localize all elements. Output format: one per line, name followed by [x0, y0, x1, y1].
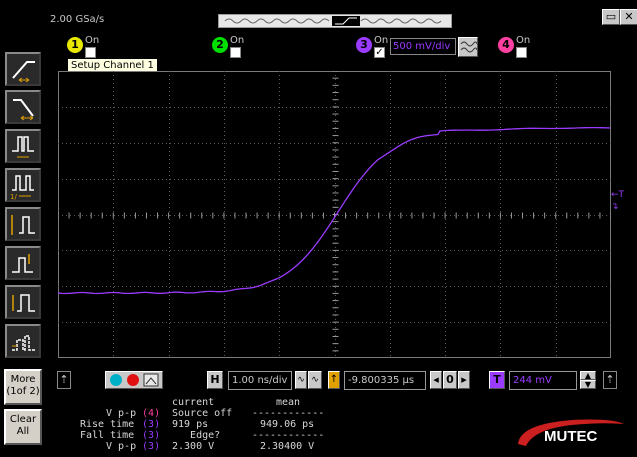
clear-all-button[interactable]: Clear All — [4, 409, 42, 445]
maximize-button[interactable]: ▭ — [602, 9, 620, 25]
glitch-trigger-button[interactable] — [5, 246, 41, 280]
setup-hold-icon — [11, 215, 35, 235]
horizontal-button[interactable]: H — [207, 371, 223, 389]
top-bar: 2.00 GSa/s ▭ ✕ — [0, 0, 637, 32]
clear-label: Clear — [9, 414, 37, 425]
rising-edge-icon — [12, 61, 35, 83]
mutec-logo: MUTEC — [512, 414, 630, 454]
period-trigger-button[interactable]: 1/ — [5, 168, 41, 202]
wave-adjust-icon — [460, 41, 478, 53]
period-icon: 1/ — [10, 175, 34, 200]
measurement-row[interactable]: V p-p (3) 2.300 V 2.30400 V — [46, 441, 506, 453]
falling-edge-trigger-button[interactable] — [5, 90, 41, 124]
channel-3-on-label: On — [374, 35, 389, 46]
channel-1-badge[interactable]: 1 — [67, 37, 83, 53]
measurement-channel: 4 — [148, 408, 155, 419]
channel-3-scale-field[interactable]: 500 mV/div — [390, 38, 456, 55]
delay-left-button[interactable]: ◂ — [430, 371, 442, 389]
measurement-panel: current mean V p-p . (4) Source off ----… — [46, 395, 506, 457]
channel-2-checkbox[interactable] — [230, 47, 241, 58]
trigger-level-down-icon[interactable]: ▼ — [580, 380, 596, 389]
pulse-width-trigger-button[interactable] — [5, 129, 41, 163]
delay-field[interactable]: -9.800335 µs — [344, 371, 426, 390]
measurement-current: 2.300 V — [172, 441, 215, 452]
clear-sub-label: All — [16, 426, 30, 437]
channel-1-checkbox[interactable] — [85, 47, 96, 58]
channel-4-checkbox[interactable] — [516, 47, 527, 58]
scroll-up-icon[interactable]: ⇡ — [57, 371, 71, 389]
trigger-button[interactable]: T — [489, 371, 505, 389]
glitch-icon — [12, 254, 33, 273]
acquisition-indicator[interactable] — [218, 14, 452, 28]
measurement-channel: 3 — [148, 441, 155, 452]
timebase-field[interactable]: 1.00 ns/div — [228, 371, 292, 390]
trigger-level-field[interactable]: 244 mV — [509, 371, 577, 390]
delay-zero-button[interactable]: 0 — [443, 371, 457, 389]
acquisition-waveform-icon — [224, 16, 442, 26]
sample-rate: 2.00 GSa/s — [50, 14, 105, 25]
state-trigger-button[interactable] — [5, 285, 41, 319]
more-label: More — [10, 374, 36, 385]
setup-hold-trigger-button[interactable] — [5, 207, 41, 241]
close-button[interactable]: ✕ — [620, 9, 637, 25]
trigger-position-marker: ←T — [611, 190, 625, 200]
falling-edge-icon — [13, 99, 34, 121]
svg-text:1/: 1/ — [10, 193, 17, 200]
more-sub-label: (1of 2) — [6, 386, 40, 397]
delay-reference-icon[interactable]: ↑ — [328, 371, 340, 389]
channel-3-badge[interactable]: 3 — [356, 37, 372, 53]
state-icon — [12, 294, 35, 312]
measurement-channel: 3 — [148, 419, 155, 430]
trigger-level-marker: ↴ — [611, 202, 619, 212]
more-button[interactable]: More (1of 2) — [4, 369, 42, 405]
trigger-markers: ←T ↴ — [611, 190, 624, 212]
channel-2-on-label: On — [230, 35, 245, 46]
timebase-down-icon[interactable]: ∿ — [295, 371, 307, 389]
rising-edge-trigger-button[interactable] — [5, 52, 41, 86]
measurement-name: V p-p — [106, 441, 137, 452]
channel-1-on-label: On — [85, 35, 100, 46]
graticule — [58, 71, 611, 358]
timeout-trigger-button[interactable] — [5, 324, 41, 358]
grid-lines — [58, 71, 611, 358]
run-stop-icons — [110, 373, 159, 387]
timebase-up-icon[interactable]: ∿ — [308, 371, 322, 389]
delay-right-button[interactable]: ▸ — [458, 371, 470, 389]
timeout-icon — [12, 335, 35, 351]
measurement-channel: 3 — [148, 430, 155, 441]
measurement-mean: 2.30400 V — [260, 441, 315, 452]
channel-3-trace — [58, 126, 611, 295]
channel-4-on-label: On — [516, 35, 531, 46]
run-stop-group[interactable] — [105, 371, 163, 389]
waveform-display[interactable] — [58, 71, 611, 358]
scroll-up-right-icon[interactable]: ⇡ — [603, 371, 617, 389]
channel-4-badge[interactable]: 4 — [498, 37, 514, 53]
channel-3-scale-adjust[interactable] — [458, 37, 478, 57]
trigger-level-up-icon[interactable]: ▲ — [580, 371, 596, 380]
logo-swoosh-icon: MUTEC — [518, 419, 624, 446]
pulse-width-icon — [12, 136, 34, 158]
logo-text: MUTEC — [544, 428, 597, 445]
channel-2-badge[interactable]: 2 — [212, 37, 228, 53]
channel-3-checkbox[interactable]: ✓ — [374, 47, 385, 58]
control-bar: ⇡ H 1.00 ns/div ∿ ∿ ↑ -9.800335 µs ◂ 0 ▸… — [46, 366, 637, 394]
trigger-toolbar: 1/ More (1of 2) Clear All — [0, 32, 46, 457]
